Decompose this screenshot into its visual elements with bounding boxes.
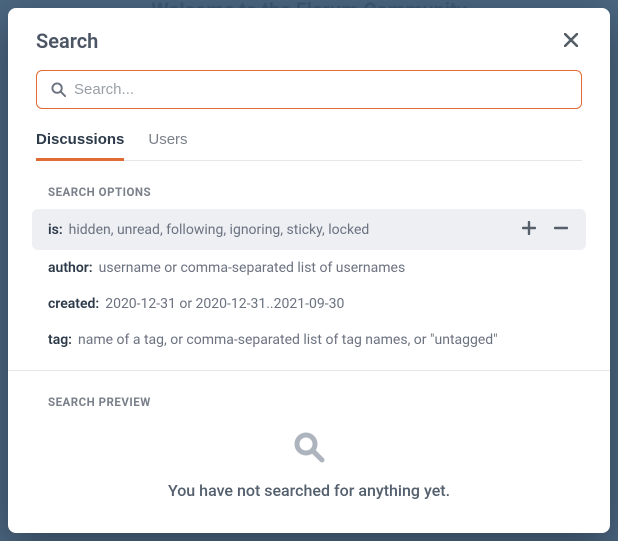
search-preview-section: SEARCH PREVIEW You have not searched for… — [8, 371, 610, 520]
option-key: is: — [48, 222, 63, 238]
plus-icon — [522, 220, 536, 239]
option-key: author: — [48, 260, 93, 276]
modal-title: Search — [36, 29, 98, 53]
option-row-tag[interactable]: tag: name of a tag, or comma-separated l… — [32, 322, 586, 358]
tab-discussions[interactable]: Discussions — [36, 131, 124, 160]
tab-users[interactable]: Users — [148, 131, 187, 160]
search-modal: Search Discussions Users SEARCH OPTIONS … — [8, 8, 610, 533]
search-tabs: Discussions Users — [36, 131, 582, 161]
search-icon — [51, 82, 66, 97]
option-value: username or comma-separated list of user… — [99, 260, 570, 276]
modal-header: Search — [8, 8, 610, 70]
search-options-list: is: hidden, unread, following, ignoring,… — [8, 209, 610, 358]
search-input[interactable] — [74, 81, 567, 98]
preview-empty-text: You have not searched for anything yet. — [8, 481, 610, 500]
option-row-controls — [520, 219, 570, 240]
search-preview-heading: SEARCH PREVIEW — [8, 371, 610, 419]
option-value: hidden, unread, following, ignoring, sti… — [69, 222, 516, 238]
option-row-author[interactable]: author: username or comma-separated list… — [32, 250, 586, 286]
option-value: name of a tag, or comma-separated list o… — [78, 332, 570, 348]
add-option-button[interactable] — [520, 219, 538, 240]
remove-option-button[interactable] — [552, 219, 570, 240]
search-options-heading: SEARCH OPTIONS — [8, 161, 610, 209]
option-row-is[interactable]: is: hidden, unread, following, ignoring,… — [32, 209, 586, 250]
option-value: 2020-12-31 or 2020-12-31..2021-09-30 — [105, 296, 570, 312]
close-icon — [564, 31, 578, 51]
close-button[interactable] — [560, 28, 582, 54]
option-key: tag: — [48, 332, 72, 348]
search-tabs-wrap: Discussions Users — [8, 113, 610, 161]
search-input-wrap — [8, 70, 610, 113]
option-row-created[interactable]: created: 2020-12-31 or 2020-12-31..2021-… — [32, 286, 586, 322]
search-box[interactable] — [36, 70, 582, 109]
search-icon — [293, 431, 325, 467]
option-key: created: — [48, 296, 99, 312]
minus-icon — [554, 220, 568, 239]
preview-empty-icon-wrap — [8, 419, 610, 481]
